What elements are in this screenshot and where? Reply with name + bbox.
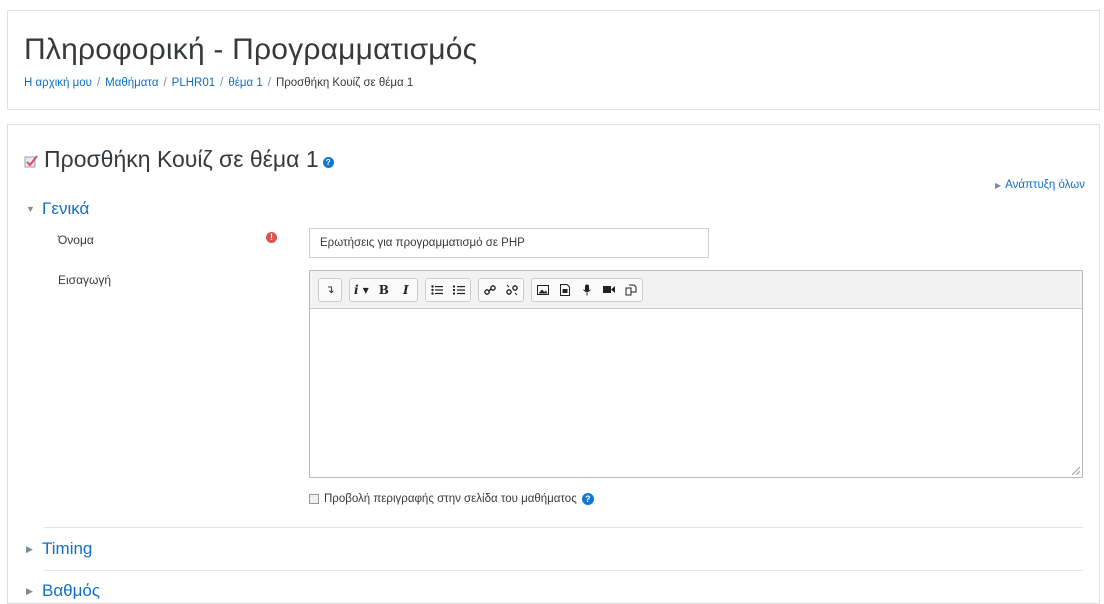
microphone-icon[interactable] xyxy=(576,279,598,301)
expand-all-label: Ανάπτυξη όλων xyxy=(1005,179,1085,191)
intro-label: Εισαγωγή xyxy=(58,273,112,287)
section-grade-toggle[interactable]: ▶ Βαθμός xyxy=(26,581,100,601)
breadcrumb-separator: / xyxy=(220,77,224,89)
section-divider xyxy=(44,527,1083,528)
breadcrumb-topic[interactable]: θέμα 1 xyxy=(228,77,262,89)
caret-right-icon: ▶ xyxy=(994,181,1002,190)
toolbar-toggle-icon[interactable]: ↴ xyxy=(319,279,341,301)
caret-right-icon: ▶ xyxy=(26,585,33,596)
resize-handle-icon[interactable] xyxy=(1072,467,1080,475)
breadcrumb: Η αρχική μου / Μαθήματα / PLHR01 / θέμα 1 / Προσ… xyxy=(24,77,413,89)
show-description-label: Προβολή περιγραφής στην σελίδα του μαθήμ… xyxy=(324,493,577,505)
page-header: Πληροφορική - Προγραμματισμός Η αρχική μ… xyxy=(7,10,1100,110)
paragraph-styles-icon[interactable]: i ▾ xyxy=(350,279,373,301)
help-icon[interactable]: ? xyxy=(322,157,334,168)
breadcrumb-home[interactable]: Η αρχική μου xyxy=(24,77,92,89)
quiz-icon xyxy=(24,155,38,168)
section-grade-label: Βαθμός xyxy=(42,581,101,600)
section-general-toggle[interactable]: ▼ Γενικά xyxy=(26,199,89,219)
form-card: Προσθήκη Κουίζ σε θέμα 1 ? ▶ Ανάπτυξη όλω… xyxy=(7,124,1100,604)
breadcrumb-current: Προσθήκη Κουίζ σε θέμα 1 xyxy=(275,77,414,89)
bold-icon[interactable]: B xyxy=(373,279,395,301)
ordered-list-icon[interactable] xyxy=(448,279,470,301)
show-description-row: Προβολή περιγραφής στην σελίδα του μαθήμ… xyxy=(309,493,594,505)
media-icon[interactable] xyxy=(554,279,576,301)
intro-editor-content[interactable] xyxy=(310,309,1082,477)
toolbar-group-format: i ▾ B I xyxy=(349,277,418,302)
expand-all-link[interactable]: ▶ Ανάπτυξη όλων xyxy=(995,179,1085,191)
breadcrumb-courses[interactable]: Μαθήματα xyxy=(105,77,158,89)
toolbar-group-links xyxy=(477,277,524,302)
toolbar-group-lists xyxy=(424,277,471,302)
show-description-checkbox[interactable] xyxy=(309,494,319,504)
toolbar-group-media xyxy=(530,277,643,302)
form-heading-text: Προσθήκη Κουίζ σε θέμα 1 xyxy=(44,146,319,172)
editor-toolbar: ↴ i ▾ B I xyxy=(310,271,1082,309)
form-heading: Προσθήκη Κουίζ σε θέμα 1 ? xyxy=(24,146,334,173)
section-divider xyxy=(44,570,1083,571)
breadcrumb-separator: / xyxy=(163,77,167,89)
manage-files-icon[interactable] xyxy=(620,279,642,301)
name-input[interactable] xyxy=(309,228,709,258)
intro-editor: ↴ i ▾ B I xyxy=(309,270,1083,478)
italic-icon[interactable]: I xyxy=(395,279,417,301)
section-timing-toggle[interactable]: ▶ Timing xyxy=(26,539,92,559)
required-icon: ! xyxy=(266,232,277,243)
breadcrumb-separator: / xyxy=(267,77,271,89)
unordered-list-icon[interactable] xyxy=(426,279,448,301)
section-general-label: Γενικά xyxy=(42,199,90,218)
unlink-icon[interactable] xyxy=(501,279,523,301)
caret-right-icon: ▶ xyxy=(26,543,33,554)
section-timing-label: Timing xyxy=(42,539,93,558)
link-icon[interactable] xyxy=(479,279,501,301)
breadcrumb-separator: / xyxy=(96,77,101,89)
caret-down-icon: ▼ xyxy=(26,204,35,214)
breadcrumb-course[interactable]: PLHR01 xyxy=(172,77,215,89)
image-icon[interactable] xyxy=(532,279,554,301)
video-icon[interactable] xyxy=(598,279,620,301)
page-title: Πληροφορική - Προγραμματισμός xyxy=(24,33,478,66)
name-label: Όνομα xyxy=(58,233,94,247)
toolbar-group-collapse: ↴ xyxy=(318,277,342,302)
help-icon[interactable]: ? xyxy=(581,493,594,505)
